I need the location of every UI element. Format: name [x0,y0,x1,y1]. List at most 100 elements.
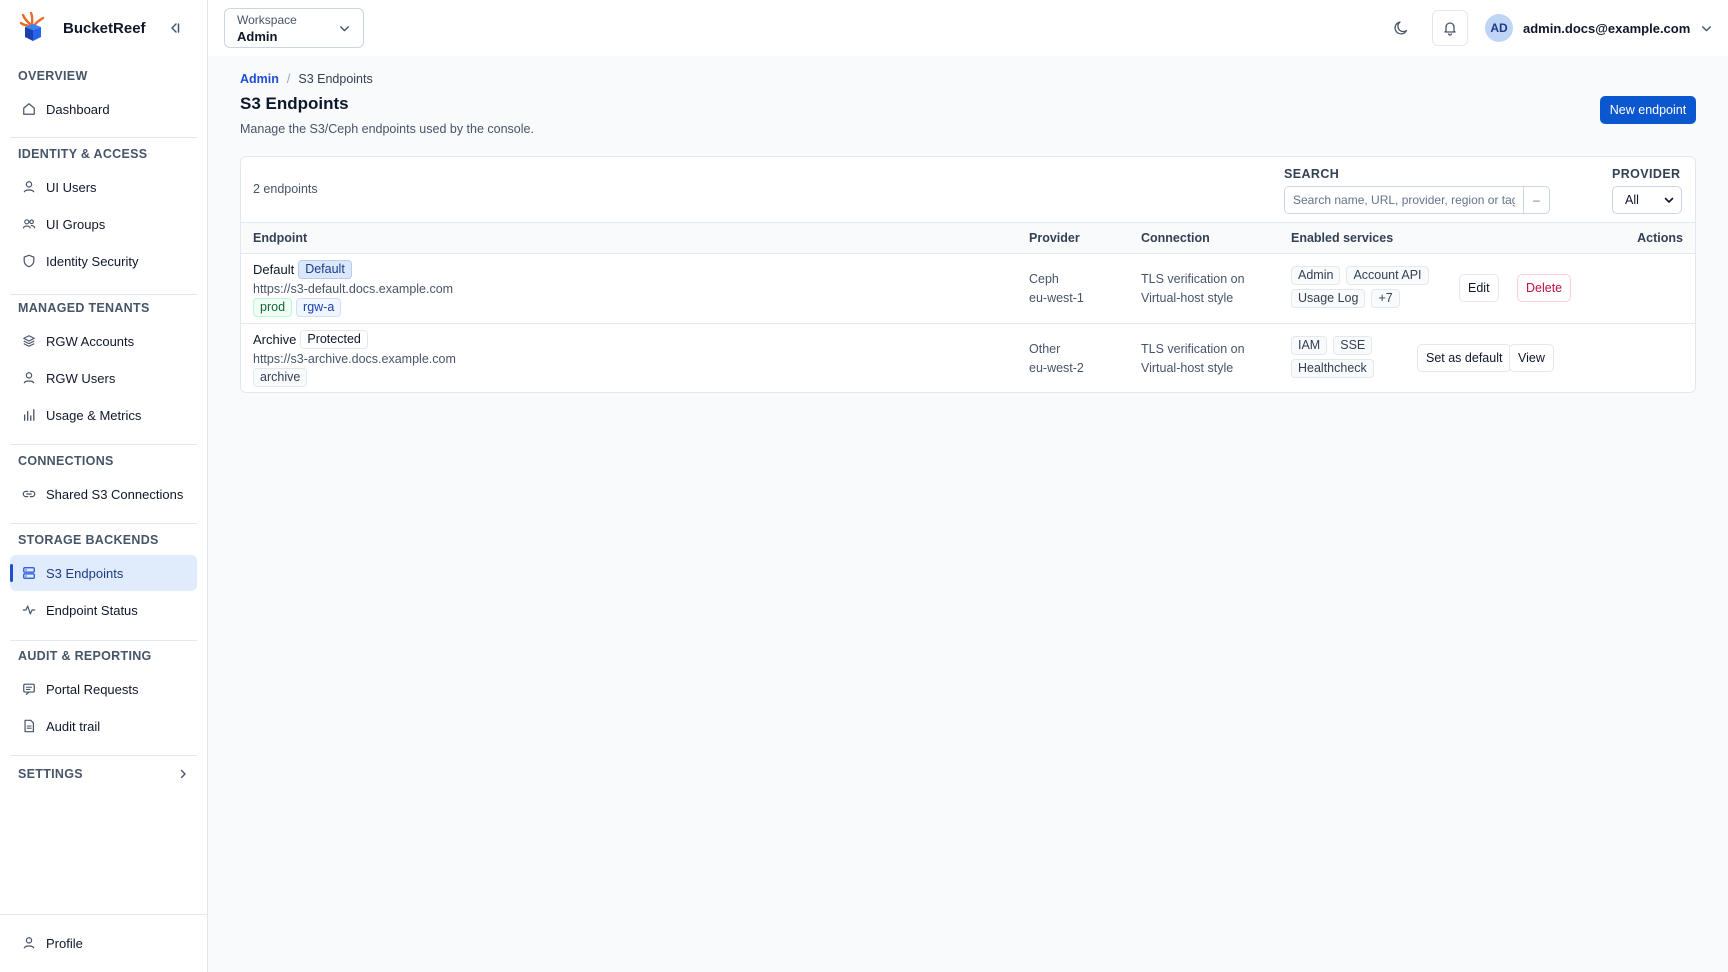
sidebar-item-label: Dashboard [46,101,110,117]
provider-name: Ceph [1029,272,1059,286]
divider [10,137,197,138]
sidebar-footer: Profile [0,914,207,972]
endpoint-count: 2 endpoints [253,182,318,196]
bucketreef-logo-icon [19,12,45,41]
tls-status: TLS verification on [1141,342,1245,356]
home-icon [23,103,35,115]
more-services-badge[interactable]: +7 [1371,289,1400,308]
nav-section-audit-reporting: AUDIT & REPORTING Portal Requests Audit … [10,646,197,744]
nav-section-overview: OVERVIEW Dashboard [10,66,197,127]
endpoint-name[interactable]: Archive [253,332,296,347]
endpoint-name[interactable]: Default [253,262,294,277]
set-as-default-button[interactable]: Set as default [1417,344,1512,372]
endpoint-cell: Archive Protected https://s3-archive.doc… [253,330,456,387]
provider-region: eu-west-2 [1029,361,1084,375]
protected-badge: Protected [300,330,368,349]
sidebar-item-label: Shared S3 Connections [46,486,184,502]
nav-section-title: MANAGED TENANTS [18,301,150,315]
notifications-button[interactable] [1432,10,1468,46]
user-icon [23,181,35,193]
user-icon [23,937,35,949]
nav-section-storage-backends: STORAGE BACKENDS S3 Endpoints Endpoint S… [10,530,197,628]
sidebar-item-identity-security[interactable]: Identity Security [10,243,197,279]
sidebar-item-usage-metrics[interactable]: Usage & Metrics [10,397,197,433]
sidebar-item-label: Identity Security [46,253,139,269]
provider-name: Other [1029,342,1061,356]
link-icon [22,490,36,498]
addressing-style: Virtual-host style [1141,361,1234,375]
chevron-down-icon [1664,197,1674,203]
tag-badge: prod [253,298,293,317]
endpoint-cell: Default Default https://s3-default.docs.… [253,260,453,317]
service-badge: Admin [1291,266,1341,285]
sidebar-item-portal-requests[interactable]: Portal Requests [10,671,197,707]
workspace-selector[interactable]: Workspace Admin [224,8,364,48]
table-row: Archive Protected https://s3-archive.doc… [241,323,1695,392]
column-header-endpoint[interactable]: Endpoint [253,231,307,245]
sidebar-item-shared-s3-connections[interactable]: Shared S3 Connections [10,476,197,512]
tag-badge: rgw-a [296,298,342,317]
divider [10,640,197,641]
breadcrumb-admin-link[interactable]: Admin [240,72,279,86]
sidebar-item-label: Endpoint Status [46,602,138,618]
breadcrumb-separator: / [286,72,291,86]
sidebar-item-audit-trail[interactable]: Audit trail [10,708,197,744]
service-badge: Healthcheck [1291,359,1374,378]
settings-label: SETTINGS [18,767,83,781]
nav-section-title: CONNECTIONS [18,454,114,468]
bell-icon [1444,22,1456,36]
sidebar-item-ui-users[interactable]: UI Users [10,169,197,205]
profile-label: Profile [46,935,83,951]
workspace-value: Admin [237,29,278,44]
addressing-style: Virtual-host style [1141,291,1234,305]
endpoint-url: https://s3-default.docs.example.com [253,282,454,296]
sidebar: BucketReef OVERVIEW Dashboard IDENTITY &… [0,0,208,972]
shield-icon [23,254,35,268]
moon-icon[interactable] [1392,18,1412,38]
view-button[interactable]: View [1509,344,1554,372]
tls-status: TLS verification on [1141,272,1245,286]
server-icon [23,567,35,579]
page-title: S3 Endpoints [240,94,349,113]
search-input[interactable] [1285,187,1523,213]
sidebar-item-ui-groups[interactable]: UI Groups [10,206,197,242]
divider [10,444,197,445]
edit-button[interactable]: Edit [1459,274,1499,302]
nav-section-managed-tenants: MANAGED TENANTS RGW Accounts RGW Users U… [10,298,197,433]
sidebar-item-dashboard[interactable]: Dashboard [10,91,197,127]
sidebar-item-s3-endpoints[interactable]: S3 Endpoints [10,555,197,591]
service-badge: SSE [1333,336,1373,355]
app-name: BucketReef [63,19,146,37]
column-header-connection[interactable]: Connection [1141,231,1210,245]
sidebar-item-rgw-users[interactable]: RGW Users [10,360,197,396]
top-header: Workspace Admin AD admin.docs@example.co… [208,0,1728,56]
workspace-label: Workspace [237,13,297,27]
column-header-services[interactable]: Enabled services [1291,231,1393,245]
nav-section-title: IDENTITY & ACCESS [18,147,148,161]
divider [10,294,197,295]
provider-cell: Ceph eu-west-1 [1029,270,1084,308]
collapse-sidebar-icon[interactable] [164,18,184,38]
chevron-right-icon [180,769,186,779]
sidebar-item-label: Audit trail [46,718,101,734]
delete-button[interactable]: Delete [1517,274,1572,302]
page-description: Manage the S3/Ceph endpoints used by the… [240,122,534,136]
brand[interactable]: BucketReef [19,10,146,46]
new-endpoint-button[interactable]: New endpoint [1600,96,1696,124]
sidebar-item-profile[interactable]: Profile [22,915,83,971]
default-badge: Default [298,260,352,279]
user-menu[interactable]: AD admin.docs@example.com [1485,14,1713,42]
settings-toggle[interactable]: SETTINGS [10,764,197,784]
services-cell: Admin Account API Usage Log +7 [1291,266,1441,308]
sidebar-item-label: Portal Requests [46,681,139,697]
tag-badge: archive [253,368,308,387]
sidebar-item-endpoint-status[interactable]: Endpoint Status [10,592,197,628]
provider-label: PROVIDER [1612,167,1681,181]
provider-select[interactable]: All [1612,186,1682,214]
search-clear-button[interactable]: – [1523,187,1549,213]
table-row: Default Default https://s3-default.docs.… [241,254,1695,323]
sidebar-item-label: S3 Endpoints [46,565,124,581]
service-badge: Usage Log [1291,289,1366,308]
column-header-provider[interactable]: Provider [1029,231,1080,245]
sidebar-item-rgw-accounts[interactable]: RGW Accounts [10,323,197,359]
